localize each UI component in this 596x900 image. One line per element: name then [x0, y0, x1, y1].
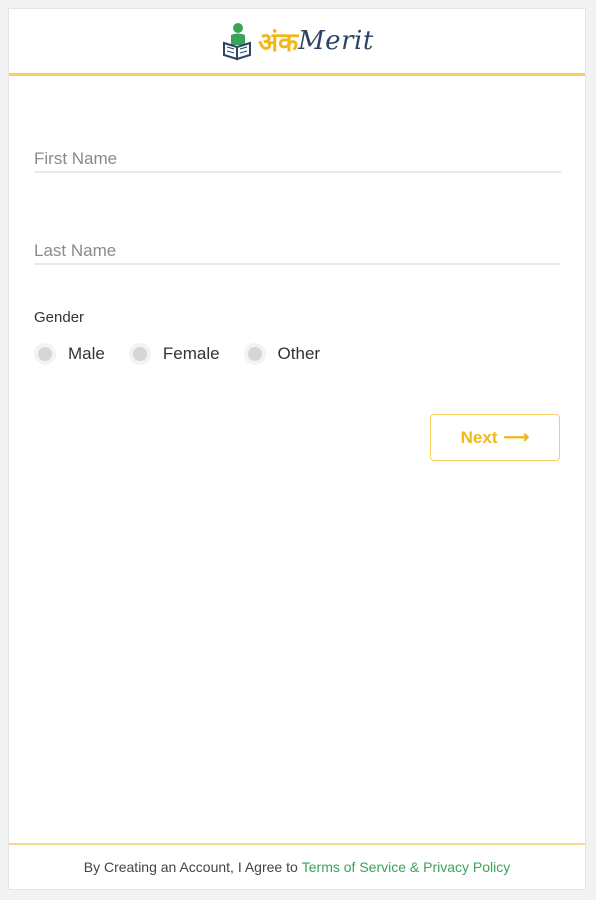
next-button[interactable]: Next ⟶ [430, 414, 560, 461]
next-button-label: Next [460, 427, 498, 447]
last-name-field [34, 227, 561, 269]
gender-option-female[interactable]: Female [128, 343, 220, 365]
radio-label-male: Male [68, 344, 105, 363]
reader-book-icon [223, 23, 252, 61]
footer-text: By Creating an Account, I Agree to [83, 859, 298, 875]
gender-radio-group: Male Female Other [34, 343, 344, 365]
logo-hindi-text: अंक [258, 28, 299, 58]
gender-label: Gender [34, 309, 85, 326]
gender-option-male[interactable]: Male [34, 343, 105, 365]
first-name-input[interactable] [34, 135, 561, 177]
terms-privacy-link[interactable]: Terms of Service & Privacy Policy [302, 859, 511, 875]
footer: By Creating an Account, I Agree to Terms… [9, 843, 585, 889]
first-name-field [34, 135, 561, 177]
arrow-right-icon: ⟶ [503, 427, 530, 447]
radio-other[interactable] [243, 343, 266, 365]
signup-card: अंक Merit Gender Male Female Other Next … [8, 8, 586, 890]
radio-male[interactable] [34, 343, 56, 365]
logo: अंक Merit [220, 21, 374, 61]
app-header: अंक Merit [9, 9, 585, 76]
radio-label-female: Female [162, 344, 220, 363]
gender-option-other[interactable]: Other [243, 343, 321, 365]
logo-latin-text: Merit [298, 26, 374, 56]
radio-label-other: Other [277, 344, 321, 363]
radio-female[interactable] [128, 343, 151, 365]
last-name-input[interactable] [34, 227, 561, 269]
